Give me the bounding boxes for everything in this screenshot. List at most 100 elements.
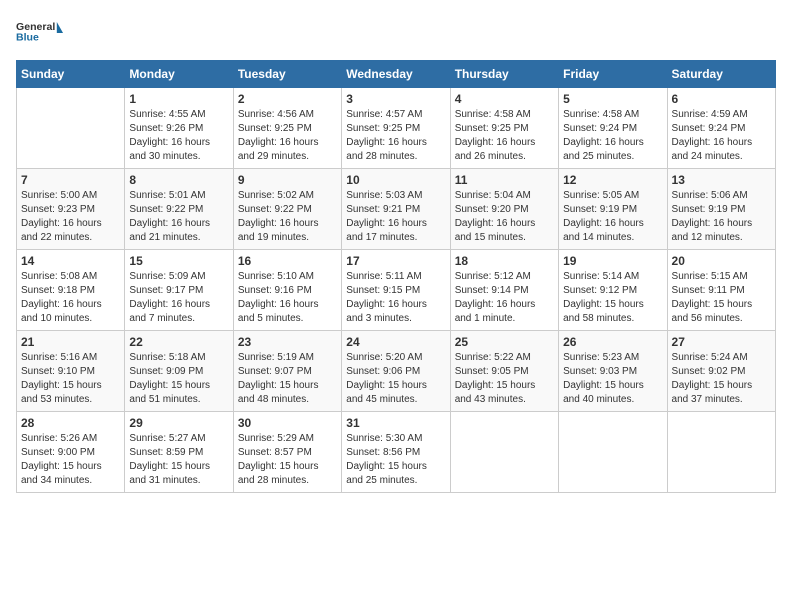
day-info: Sunrise: 5:00 AMSunset: 9:23 PMDaylight:… <box>21 189 120 245</box>
day-info: Sunrise: 4:55 AMSunset: 9:26 PMDaylight:… <box>129 108 228 164</box>
calendar-cell: 1 Sunrise: 4:55 AMSunset: 9:26 PMDaylight… <box>125 88 233 169</box>
day-info: Sunrise: 5:18 AMSunset: 9:09 PMDaylight:… <box>129 351 228 407</box>
day-number: 14 <box>21 254 120 268</box>
day-number: 22 <box>129 335 228 349</box>
page-header: General Blue <box>16 16 776 52</box>
day-info: Sunrise: 5:03 AMSunset: 9:21 PMDaylight:… <box>346 189 445 245</box>
day-info: Sunrise: 5:20 AMSunset: 9:06 PMDaylight:… <box>346 351 445 407</box>
day-header-saturday: Saturday <box>667 61 775 88</box>
calendar-cell: 4 Sunrise: 4:58 AMSunset: 9:25 PMDaylight… <box>450 88 558 169</box>
calendar-cell: 16 Sunrise: 5:10 AMSunset: 9:16 PMDayligh… <box>233 250 341 331</box>
day-number: 25 <box>455 335 554 349</box>
day-number: 29 <box>129 416 228 430</box>
day-number: 21 <box>21 335 120 349</box>
calendar-cell: 15Sunrise: 5:09 AMSunset: 9:17 PMDayligh… <box>125 250 233 331</box>
day-number: 6 <box>672 92 771 106</box>
calendar-cell: 9 Sunrise: 5:02 AMSunset: 9:22 PMDaylight… <box>233 169 341 250</box>
day-number: 19 <box>563 254 662 268</box>
day-number: 5 <box>563 92 662 106</box>
calendar-cell: 14 Sunrise: 5:08 AMSunset: 9:18 PMDayligh… <box>17 250 125 331</box>
calendar-week-4: 21 Sunrise: 5:16 AMSunset: 9:10 PMDayligh… <box>17 331 776 412</box>
day-number: 12 <box>563 173 662 187</box>
day-info: Sunrise: 5:08 AMSunset: 9:18 PMDaylight:… <box>21 270 120 326</box>
calendar-cell: 22 Sunrise: 5:18 AMSunset: 9:09 PMDayligh… <box>125 331 233 412</box>
day-number: 27 <box>672 335 771 349</box>
calendar-cell: 27 Sunrise: 5:24 AMSunset: 9:02 PMDayligh… <box>667 331 775 412</box>
day-number: 30 <box>238 416 337 430</box>
calendar-week-2: 7Sunrise: 5:00 AMSunset: 9:23 PMDaylight… <box>17 169 776 250</box>
day-info: Sunrise: 4:58 AMSunset: 9:25 PMDaylight:… <box>455 108 554 164</box>
day-number: 8 <box>129 173 228 187</box>
calendar-cell <box>667 412 775 493</box>
day-info: Sunrise: 5:29 AMSunset: 8:57 PMDaylight:… <box>238 432 337 488</box>
day-info: Sunrise: 5:12 AMSunset: 9:14 PMDaylight:… <box>455 270 554 326</box>
day-info: Sunrise: 5:05 AMSunset: 9:19 PMDaylight:… <box>563 189 662 245</box>
day-number: 1 <box>129 92 228 106</box>
day-number: 15 <box>129 254 228 268</box>
day-number: 4 <box>455 92 554 106</box>
day-info: Sunrise: 5:16 AMSunset: 9:10 PMDaylight:… <box>21 351 120 407</box>
day-header-tuesday: Tuesday <box>233 61 341 88</box>
calendar-cell: 19 Sunrise: 5:14 AMSunset: 9:12 PMDayligh… <box>559 250 667 331</box>
calendar-cell: 12 Sunrise: 5:05 AMSunset: 9:19 PMDayligh… <box>559 169 667 250</box>
day-header-monday: Monday <box>125 61 233 88</box>
day-info: Sunrise: 5:30 AMSunset: 8:56 PMDaylight:… <box>346 432 445 488</box>
calendar-cell: 10 Sunrise: 5:03 AMSunset: 9:21 PMDayligh… <box>342 169 450 250</box>
day-number: 2 <box>238 92 337 106</box>
day-number: 16 <box>238 254 337 268</box>
day-info: Sunrise: 5:02 AMSunset: 9:22 PMDaylight:… <box>238 189 337 245</box>
calendar-cell: 6 Sunrise: 4:59 AMSunset: 9:24 PMDaylight… <box>667 88 775 169</box>
day-header-sunday: Sunday <box>17 61 125 88</box>
calendar-table: SundayMondayTuesdayWednesdayThursdayFrid… <box>16 60 776 493</box>
calendar-cell: 26 Sunrise: 5:23 AMSunset: 9:03 PMDayligh… <box>559 331 667 412</box>
calendar-cell: 17Sunrise: 5:11 AMSunset: 9:15 PMDayligh… <box>342 250 450 331</box>
day-number: 10 <box>346 173 445 187</box>
calendar-cell: 29 Sunrise: 5:27 AMSunset: 8:59 PMDayligh… <box>125 412 233 493</box>
calendar-header-row: SundayMondayTuesdayWednesdayThursdayFrid… <box>17 61 776 88</box>
day-number: 3 <box>346 92 445 106</box>
day-info: Sunrise: 4:57 AMSunset: 9:25 PMDaylight:… <box>346 108 445 164</box>
day-info: Sunrise: 5:01 AMSunset: 9:22 PMDaylight:… <box>129 189 228 245</box>
day-number: 11 <box>455 173 554 187</box>
calendar-cell: 7Sunrise: 5:00 AMSunset: 9:23 PMDaylight… <box>17 169 125 250</box>
calendar-cell: 24 Sunrise: 5:20 AMSunset: 9:06 PMDayligh… <box>342 331 450 412</box>
day-number: 26 <box>563 335 662 349</box>
day-info: Sunrise: 4:58 AMSunset: 9:24 PMDaylight:… <box>563 108 662 164</box>
day-number: 28 <box>21 416 120 430</box>
day-info: Sunrise: 5:19 AMSunset: 9:07 PMDaylight:… <box>238 351 337 407</box>
day-number: 13 <box>672 173 771 187</box>
day-number: 23 <box>238 335 337 349</box>
calendar-week-5: 28Sunrise: 5:26 AMSunset: 9:00 PMDayligh… <box>17 412 776 493</box>
calendar-cell: 23 Sunrise: 5:19 AMSunset: 9:07 PMDayligh… <box>233 331 341 412</box>
calendar-week-1: 1 Sunrise: 4:55 AMSunset: 9:26 PMDaylight… <box>17 88 776 169</box>
day-info: Sunrise: 4:56 AMSunset: 9:25 PMDaylight:… <box>238 108 337 164</box>
day-info: Sunrise: 5:27 AMSunset: 8:59 PMDaylight:… <box>129 432 228 488</box>
day-info: Sunrise: 5:04 AMSunset: 9:20 PMDaylight:… <box>455 189 554 245</box>
calendar-cell: 8 Sunrise: 5:01 AMSunset: 9:22 PMDaylight… <box>125 169 233 250</box>
day-number: 9 <box>238 173 337 187</box>
day-info: Sunrise: 5:10 AMSunset: 9:16 PMDaylight:… <box>238 270 337 326</box>
calendar-cell: 25 Sunrise: 5:22 AMSunset: 9:05 PMDayligh… <box>450 331 558 412</box>
day-info: Sunrise: 4:59 AMSunset: 9:24 PMDaylight:… <box>672 108 771 164</box>
calendar-cell: 31Sunrise: 5:30 AMSunset: 8:56 PMDayligh… <box>342 412 450 493</box>
calendar-cell: 28Sunrise: 5:26 AMSunset: 9:00 PMDayligh… <box>17 412 125 493</box>
day-number: 18 <box>455 254 554 268</box>
day-header-friday: Friday <box>559 61 667 88</box>
day-header-thursday: Thursday <box>450 61 558 88</box>
day-header-wednesday: Wednesday <box>342 61 450 88</box>
day-info: Sunrise: 5:15 AMSunset: 9:11 PMDaylight:… <box>672 270 771 326</box>
calendar-cell <box>559 412 667 493</box>
calendar-cell: 30 Sunrise: 5:29 AMSunset: 8:57 PMDayligh… <box>233 412 341 493</box>
day-number: 17 <box>346 254 445 268</box>
day-info: Sunrise: 5:22 AMSunset: 9:05 PMDaylight:… <box>455 351 554 407</box>
calendar-cell: 13 Sunrise: 5:06 AMSunset: 9:19 PMDayligh… <box>667 169 775 250</box>
day-info: Sunrise: 5:24 AMSunset: 9:02 PMDaylight:… <box>672 351 771 407</box>
calendar-cell: 5 Sunrise: 4:58 AMSunset: 9:24 PMDaylight… <box>559 88 667 169</box>
day-info: Sunrise: 5:23 AMSunset: 9:03 PMDaylight:… <box>563 351 662 407</box>
calendar-cell: 18 Sunrise: 5:12 AMSunset: 9:14 PMDayligh… <box>450 250 558 331</box>
day-info: Sunrise: 5:06 AMSunset: 9:19 PMDaylight:… <box>672 189 771 245</box>
calendar-week-3: 14 Sunrise: 5:08 AMSunset: 9:18 PMDayligh… <box>17 250 776 331</box>
day-number: 24 <box>346 335 445 349</box>
calendar-cell: 11 Sunrise: 5:04 AMSunset: 9:20 PMDayligh… <box>450 169 558 250</box>
day-info: Sunrise: 5:14 AMSunset: 9:12 PMDaylight:… <box>563 270 662 326</box>
